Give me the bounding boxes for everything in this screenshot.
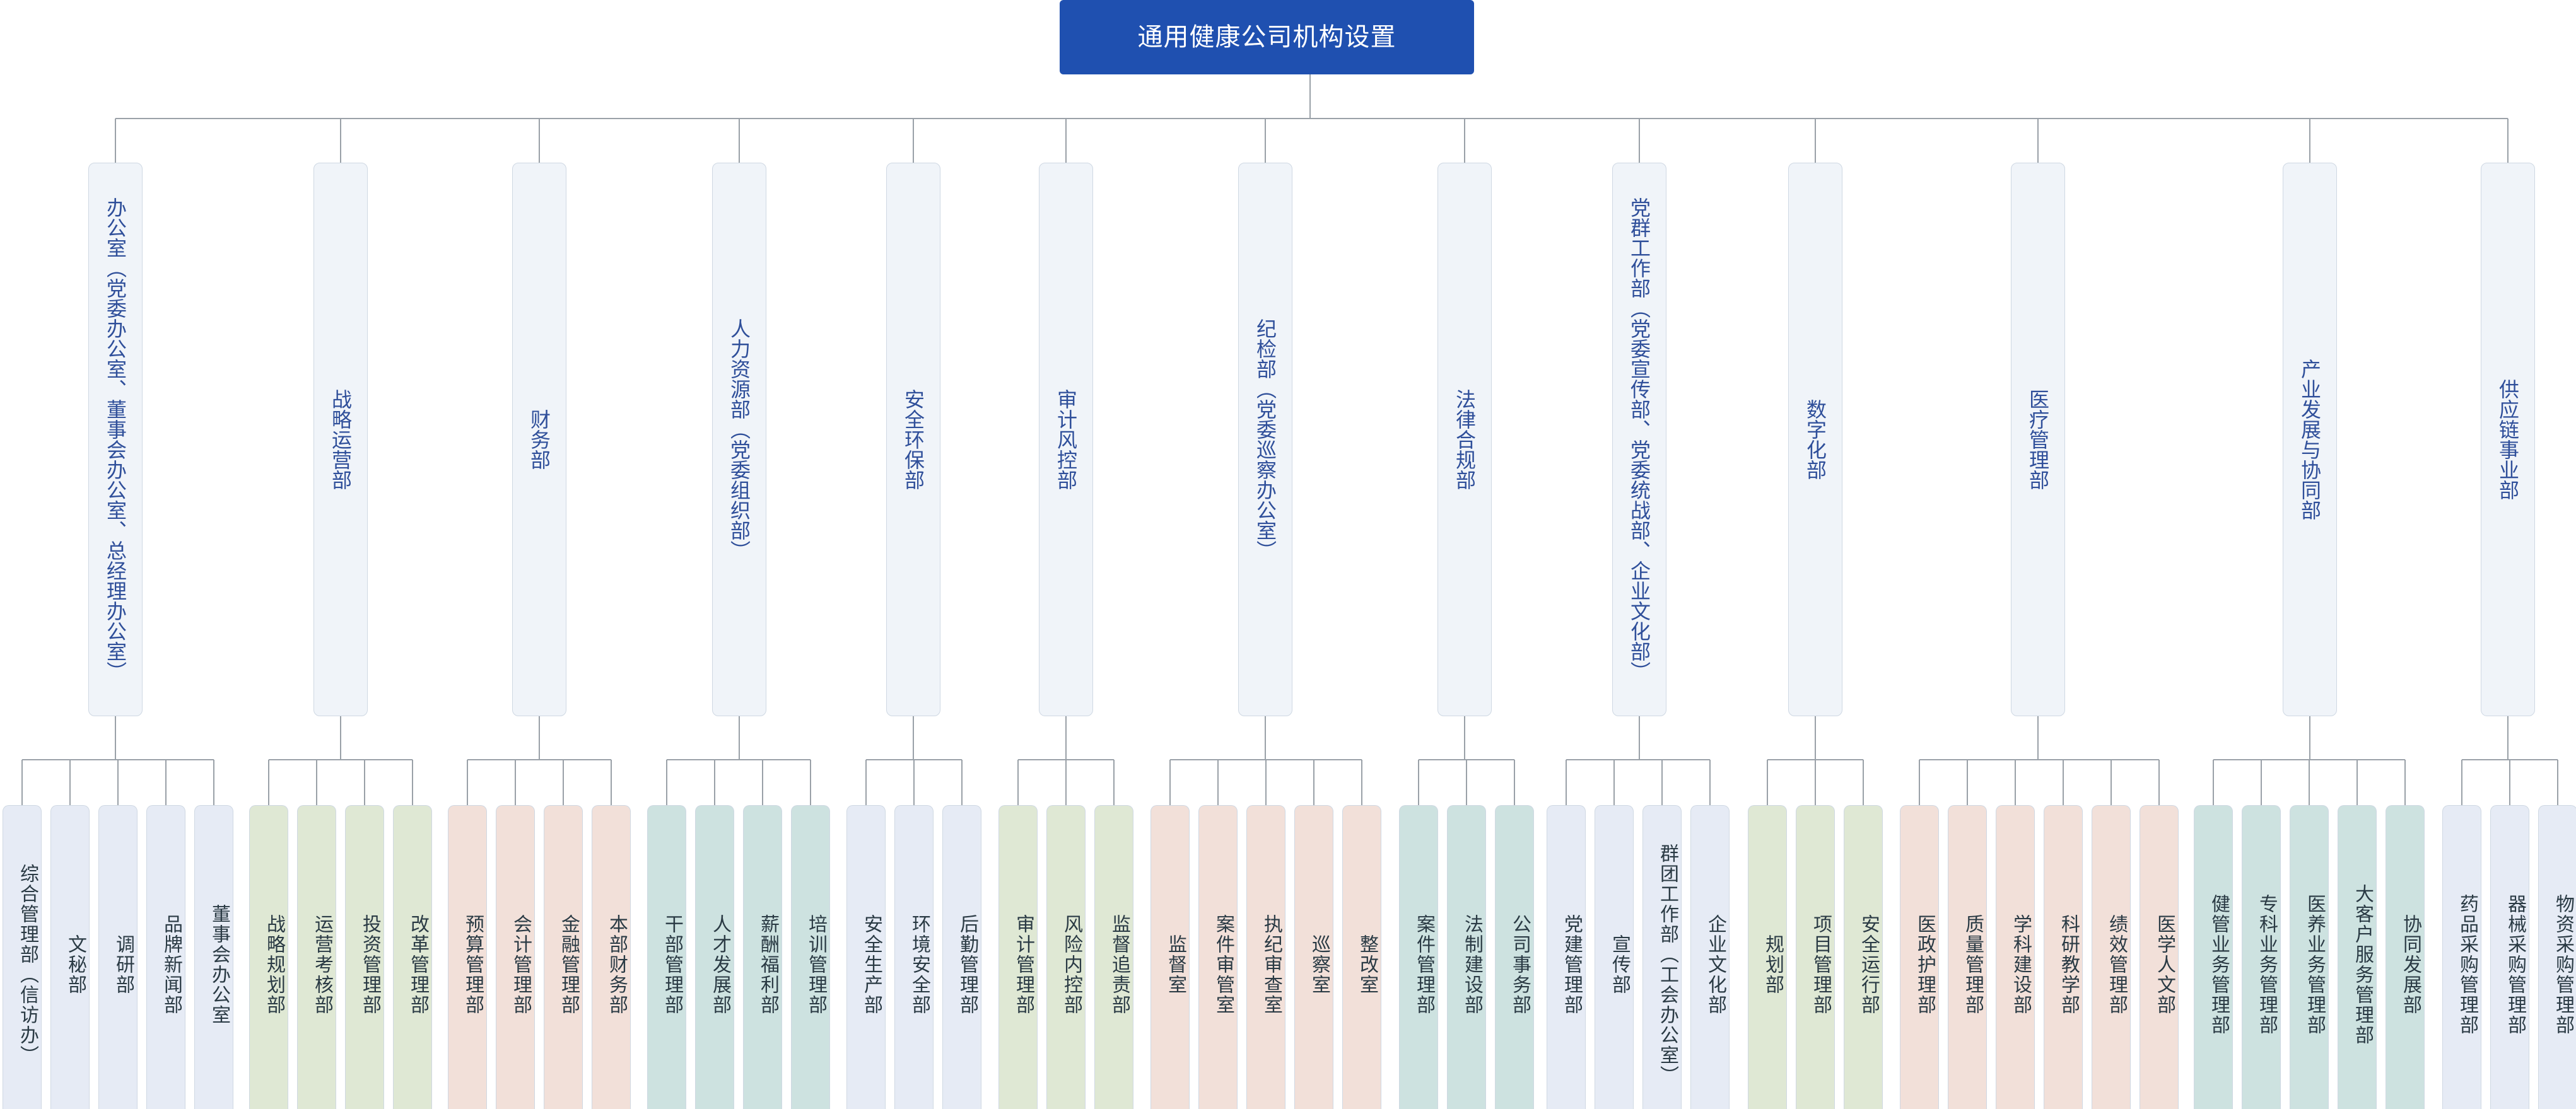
sub-dept-node: 大客户服务管理部 [2338, 805, 2377, 1109]
sub-dept-node: 干部管理部 [647, 805, 686, 1109]
sub-dept-node: 协同发展部 [2386, 805, 2425, 1109]
sub-dept-node: 综合管理部（信访办） [3, 805, 42, 1109]
sub-dept-node: 物资采购管理部 [2538, 805, 2576, 1109]
root-node: 通用健康公司机构设置 [1060, 0, 1474, 74]
sub-dept-node: 预算管理部 [448, 805, 487, 1109]
sub-dept-node: 医养业务管理部 [2290, 805, 2329, 1109]
sub-dept-node: 器械采购管理部 [2490, 805, 2529, 1109]
dept-node: 办公室（党委办公室、董事会办公室、总经理办公室） [88, 163, 143, 716]
dept-node: 供应链事业部 [2481, 163, 2535, 716]
sub-dept-node: 党建管理部 [1547, 805, 1586, 1109]
sub-dept-node: 法制建设部 [1447, 805, 1486, 1109]
dept-node: 纪检部（党委巡察办公室） [1238, 163, 1292, 716]
dept-node: 战略运营部 [313, 163, 368, 716]
sub-dept-node: 项目管理部 [1796, 805, 1835, 1109]
sub-dept-node: 审计管理部 [998, 805, 1038, 1109]
dept-node: 审计风控部 [1039, 163, 1093, 716]
sub-dept-node: 培训管理部 [791, 805, 830, 1109]
sub-dept-node: 安全生产部 [846, 805, 886, 1109]
dept-node: 法律合规部 [1437, 163, 1492, 716]
sub-dept-node: 案件审管室 [1198, 805, 1238, 1109]
sub-dept-node: 监督室 [1150, 805, 1190, 1109]
sub-dept-node: 薪酬福利部 [743, 805, 782, 1109]
sub-dept-node: 人才发展部 [695, 805, 734, 1109]
sub-dept-node: 质量管理部 [1948, 805, 1987, 1109]
sub-dept-node: 案件管理部 [1399, 805, 1438, 1109]
sub-dept-node: 品牌新闻部 [146, 805, 185, 1109]
sub-dept-node: 后勤管理部 [942, 805, 981, 1109]
sub-dept-node: 会计管理部 [496, 805, 535, 1109]
sub-dept-node: 药品采购管理部 [2442, 805, 2481, 1109]
sub-dept-node: 风险内控部 [1046, 805, 1086, 1109]
sub-dept-node: 医学人文部 [2140, 805, 2179, 1109]
sub-dept-node: 董事会办公室 [194, 805, 233, 1109]
sub-dept-node: 规划部 [1748, 805, 1787, 1109]
sub-dept-node: 整改室 [1342, 805, 1381, 1109]
dept-node: 产业发展与协同部 [2283, 163, 2337, 716]
sub-dept-node: 宣传部 [1595, 805, 1634, 1109]
sub-dept-node: 健管业务管理部 [2194, 805, 2233, 1109]
dept-node: 安全环保部 [886, 163, 940, 716]
sub-dept-node: 学科建设部 [1996, 805, 2035, 1109]
sub-dept-node: 科研教学部 [2044, 805, 2083, 1109]
sub-dept-node: 调研部 [98, 805, 138, 1109]
org-chart: 通用健康公司机构设置 办公室（党委办公室、董事会办公室、总经理办公室） 综合管理部… [0, 0, 2576, 1109]
sub-dept-node: 战略规划部 [249, 805, 288, 1109]
sub-dept-node: 环境安全部 [894, 805, 934, 1109]
sub-dept-node: 文秘部 [50, 805, 90, 1109]
dept-node: 数字化部 [1788, 163, 1842, 716]
dept-node: 医疗管理部 [2011, 163, 2065, 716]
sub-dept-node: 金融管理部 [544, 805, 583, 1109]
sub-dept-node: 本部财务部 [592, 805, 631, 1109]
sub-dept-node: 投资管理部 [345, 805, 384, 1109]
sub-dept-node: 监督追责部 [1094, 805, 1133, 1109]
sub-dept-node: 医政护理部 [1900, 805, 1939, 1109]
sub-dept-node: 专科业务管理部 [2242, 805, 2281, 1109]
dept-node: 人力资源部（党委组织部） [712, 163, 766, 716]
sub-dept-node: 运营考核部 [297, 805, 336, 1109]
sub-dept-node: 企业文化部 [1690, 805, 1730, 1109]
dept-node: 党群工作部（党委宣传部、党委统战部、企业文化部） [1612, 163, 1666, 716]
sub-dept-node: 绩效管理部 [2092, 805, 2131, 1109]
sub-dept-node: 巡察室 [1294, 805, 1333, 1109]
sub-dept-node: 安全运行部 [1844, 805, 1883, 1109]
sub-dept-node: 群团工作部（工会办公室） [1642, 805, 1682, 1109]
dept-node: 财务部 [512, 163, 566, 716]
sub-dept-node: 公司事务部 [1495, 805, 1534, 1109]
sub-dept-node: 执纪审查室 [1246, 805, 1285, 1109]
sub-dept-node: 改革管理部 [393, 805, 432, 1109]
